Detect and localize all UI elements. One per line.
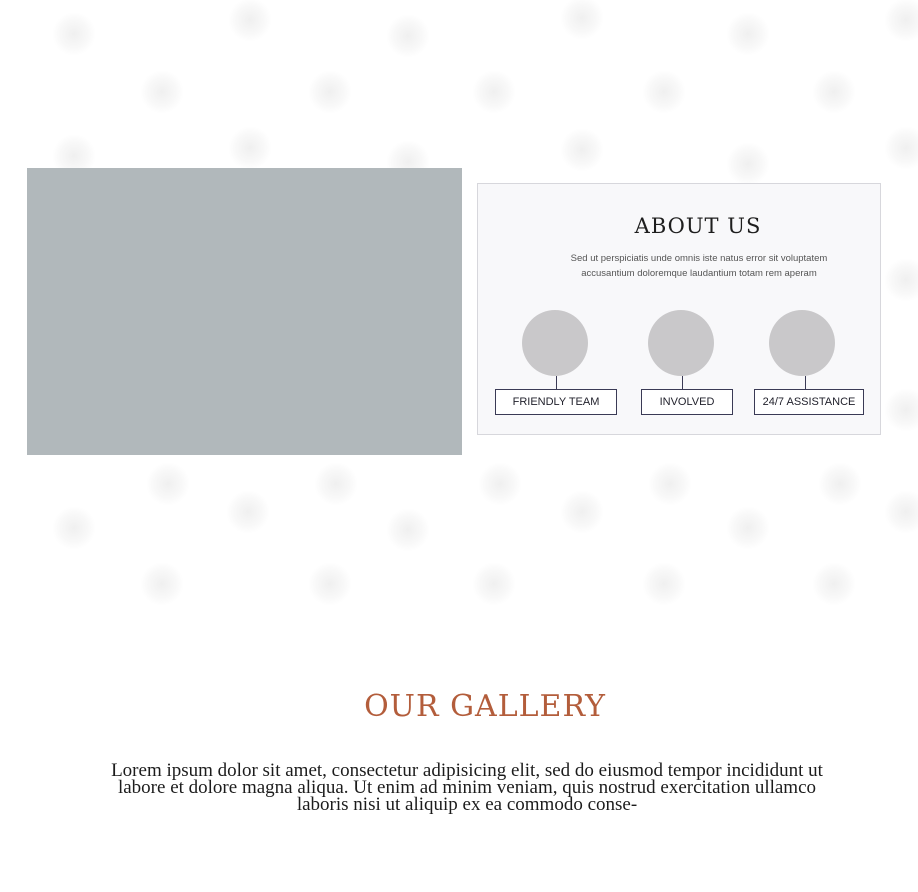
feature-image-placeholder — [648, 310, 714, 376]
about-title: ABOUT US — [634, 214, 762, 238]
about-description: Sed ut perspiciatis unde omnis iste natu… — [570, 253, 828, 279]
connector-line — [682, 376, 683, 390]
feature-label-24-7-assistance: 24/7 ASSISTANCE — [754, 389, 864, 415]
feature-label-involved: INVOLVED — [641, 389, 733, 415]
gallery-title: OUR GALLERY — [364, 689, 606, 724]
feature-image-placeholder — [522, 310, 588, 376]
connector-line — [805, 376, 806, 390]
connector-line — [556, 376, 557, 390]
about-us-card: ABOUT US Sed ut perspiciatis unde omnis … — [477, 183, 881, 435]
gallery-description: Lorem ipsum dolor sit amet, consectetur … — [111, 760, 823, 815]
image-placeholder — [27, 168, 462, 455]
feature-involved: INVOLVED — [641, 310, 733, 418]
feature-friendly-team: FRIENDLY TEAM — [495, 310, 617, 418]
feature-label-friendly-team: FRIENDLY TEAM — [495, 389, 617, 415]
feature-assistance: 24/7 ASSISTANCE — [754, 310, 864, 418]
feature-image-placeholder — [769, 310, 835, 376]
